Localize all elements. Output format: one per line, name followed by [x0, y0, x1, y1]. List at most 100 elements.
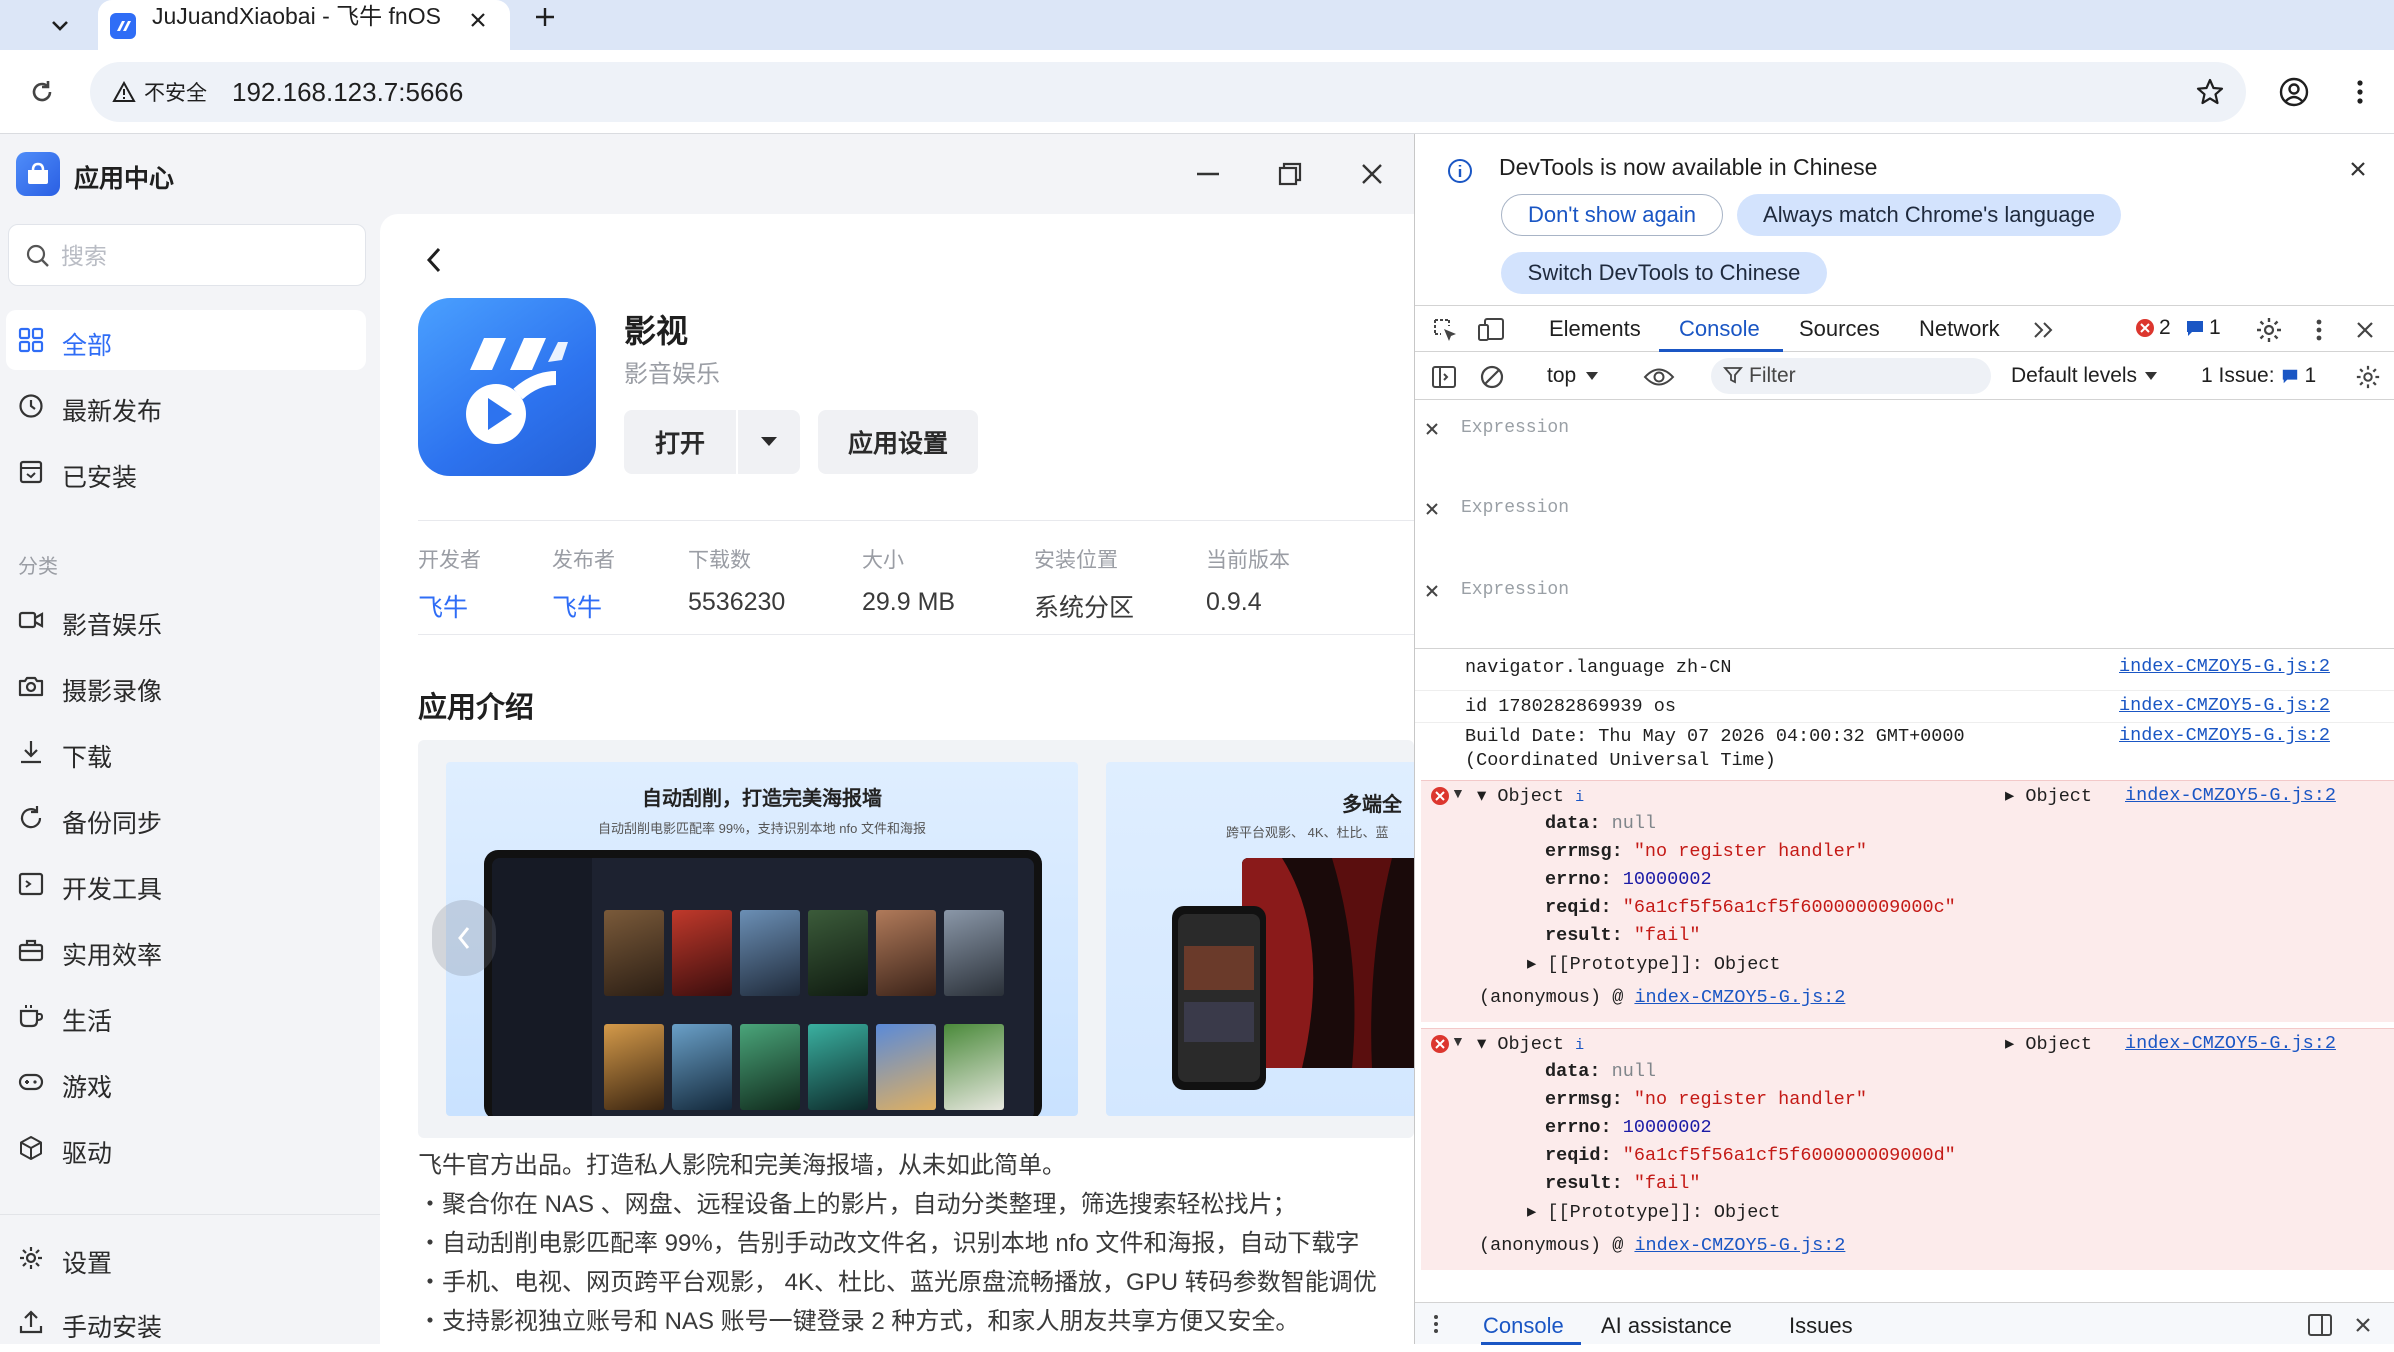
remove-expression-icon[interactable] — [1421, 418, 1443, 440]
publisher-link[interactable]: 飞牛 — [552, 588, 615, 624]
restore-window-icon[interactable] — [1272, 156, 1308, 192]
open-button[interactable]: 打开 — [624, 410, 736, 474]
issues-button[interactable]: 1 Issue: 1 — [2201, 364, 2316, 388]
sidebar-item-download[interactable]: 下载 — [6, 722, 366, 782]
log-source-link[interactable]: index-CMZOY5-G.js:2 — [2119, 725, 2330, 746]
sidebar-item-backup-sync[interactable]: 备份同步 — [6, 788, 366, 848]
drawer-menu-kebab-icon[interactable] — [1425, 1311, 1447, 1337]
screenshot-multi-device[interactable]: 多端全 跨平台观影、 4K、杜比、蓝 — [1106, 762, 1414, 1116]
app-center-logo-icon — [16, 152, 60, 196]
sidebar-item-games[interactable]: 游戏 — [6, 1052, 366, 1112]
back-arrow-icon[interactable] — [416, 242, 452, 278]
profile-avatar-icon[interactable] — [2274, 72, 2314, 112]
remove-expression-icon[interactable] — [1421, 580, 1443, 602]
chrome-menu-kebab-icon[interactable] — [2340, 72, 2380, 112]
console-filter[interactable] — [1711, 358, 1991, 394]
message-counter[interactable]: 1 — [2185, 316, 2221, 340]
prototype-toggle[interactable]: ▸ [[Prototype]]: Object — [1527, 1201, 1781, 1223]
app-description: 飞牛官方出品。打造私人影院和完美海报墙，从未如此简单。 ・聚合你在 NAS 、网… — [418, 1146, 1414, 1341]
sidebar-item-productivity[interactable]: 实用效率 — [6, 920, 366, 980]
drawer-tab-ai-assistance[interactable]: AI assistance — [1601, 1313, 1732, 1339]
object-toggle[interactable]: ▾ Object i — [1477, 785, 1584, 807]
search-box[interactable] — [8, 224, 366, 286]
live-expression[interactable]: Expression — [1415, 414, 2394, 446]
devtools-menu-kebab-icon[interactable] — [2303, 314, 2335, 346]
execution-context-select[interactable]: top — [1547, 364, 1599, 388]
expand-triangle-icon[interactable]: ▼ — [1451, 785, 1465, 801]
object-toggle[interactable]: ▾ Object i — [1477, 1033, 1584, 1055]
drawer-tab-console[interactable]: Console — [1483, 1313, 1564, 1339]
sidebar-item-latest[interactable]: 最新发布 — [6, 376, 366, 436]
address-bar[interactable]: 不安全 192.168.123.7:5666 — [90, 62, 2246, 122]
dock-side-icon[interactable] — [2305, 1311, 2335, 1339]
sidebar-item-drivers[interactable]: 驱动 — [6, 1118, 366, 1178]
log-source-link[interactable]: index-CMZOY5-G.js:2 — [2125, 785, 2336, 806]
devtools-settings-gear-icon[interactable] — [2253, 314, 2285, 346]
prototype-toggle[interactable]: ▸ [[Prototype]]: Object — [1527, 953, 1781, 975]
open-options-chevron-icon[interactable] — [738, 410, 800, 474]
more-tabs-chevron-icon[interactable] — [2029, 316, 2059, 344]
banner-close-icon[interactable] — [2343, 154, 2373, 184]
object-preview[interactable]: ▸ Object — [2005, 785, 2092, 807]
sidebar-item-all[interactable]: 全部 — [6, 310, 366, 370]
app-category: 影音娱乐 — [624, 361, 720, 388]
live-expression[interactable]: Expression — [1415, 576, 2394, 608]
log-source-link[interactable]: index-CMZOY5-G.js:2 — [2119, 656, 2330, 677]
bookmark-star-icon[interactable] — [2194, 76, 2226, 108]
window-close-icon[interactable] — [1354, 156, 1390, 192]
clear-console-icon[interactable] — [1477, 362, 1507, 392]
drawer-tab-issues[interactable]: Issues — [1789, 1313, 1853, 1339]
always-match-language-button[interactable]: Always match Chrome's language — [1737, 194, 2121, 236]
trace-source-link[interactable]: index-CMZOY5-G.js:2 — [1634, 987, 1845, 1008]
security-chip[interactable]: 不安全 — [100, 70, 223, 114]
sidebar-item-photography[interactable]: 摄影录像 — [6, 656, 366, 716]
poster-image — [944, 1024, 1004, 1110]
sidebar-item-manual-install[interactable]: 手动安装 — [6, 1292, 366, 1352]
switch-to-chinese-button[interactable]: Switch DevTools to Chinese — [1501, 252, 1827, 294]
sidebar-item-video[interactable]: 影音娱乐 — [6, 590, 366, 650]
browser-tab[interactable]: JuJuandXiaobai - 飞牛 fnOS — [98, 0, 510, 50]
app-sidebar: 全部 最新发布 已安装 分类 影音娱乐 摄影录像 — [0, 214, 380, 1344]
search-input[interactable] — [61, 237, 351, 275]
screenshot-poster-wall[interactable]: 自动刮削，打造完美海报墙 自动刮削电影匹配率 99%，支持识别本地 nfo 文件… — [446, 762, 1078, 1116]
console-settings-gear-icon[interactable] — [2353, 362, 2383, 392]
inspect-element-icon[interactable] — [1429, 314, 1461, 346]
device-toolbar-icon[interactable] — [1475, 314, 1507, 346]
sidebar-item-installed[interactable]: 已安装 — [6, 442, 366, 502]
devtools-close-icon[interactable] — [2349, 314, 2381, 346]
category-heading: 分类 — [18, 556, 58, 578]
minimize-icon[interactable] — [1190, 156, 1226, 192]
reload-icon[interactable] — [22, 72, 62, 112]
developer-link[interactable]: 飞牛 — [418, 588, 481, 624]
sidebar-item-settings[interactable]: 设置 — [6, 1228, 366, 1288]
error-counter[interactable]: 2 — [2135, 316, 2171, 340]
tab-console[interactable]: Console — [1679, 316, 1760, 342]
tab-elements[interactable]: Elements — [1549, 316, 1641, 342]
sidebar-item-life[interactable]: 生活 — [6, 986, 366, 1046]
tab-close-icon[interactable] — [464, 6, 492, 34]
drawer-close-icon[interactable] — [2349, 1311, 2377, 1339]
log-source-link[interactable]: index-CMZOY5-G.js:2 — [2119, 695, 2330, 716]
expand-triangle-icon[interactable]: ▼ — [1451, 1033, 1465, 1049]
log-source-link[interactable]: index-CMZOY5-G.js:2 — [2125, 1033, 2336, 1054]
gallery-prev-chevron-icon[interactable] — [432, 900, 496, 976]
tab-search-chevron-icon[interactable] — [40, 8, 80, 42]
dont-show-again-button[interactable]: Don't show again — [1501, 194, 1723, 236]
trace-source-link[interactable]: index-CMZOY5-G.js:2 — [1634, 1235, 1845, 1256]
filter-input[interactable] — [1749, 362, 1979, 390]
tab-network[interactable]: Network — [1919, 316, 2000, 342]
warning-triangle-icon — [112, 81, 136, 103]
live-expression[interactable]: Expression — [1415, 494, 2394, 526]
console-sidebar-toggle-icon[interactable] — [1429, 362, 1459, 392]
remove-expression-icon[interactable] — [1421, 498, 1443, 520]
sidebar-item-dev-tools[interactable]: 开发工具 — [6, 854, 366, 914]
devtools-drawer-bar: Console AI assistance Issues — [1415, 1302, 2394, 1345]
url-text[interactable]: 192.168.123.7:5666 — [232, 77, 463, 108]
object-preview[interactable]: ▸ Object — [2005, 1033, 2092, 1055]
new-tab-plus-icon[interactable] — [525, 0, 565, 34]
log-levels-select[interactable]: Default levels — [2011, 364, 2158, 388]
live-expression-eye-icon[interactable] — [1641, 362, 1677, 392]
tab-sources[interactable]: Sources — [1799, 316, 1880, 342]
description-line: ・支持影视独立账号和 NAS 账号一键登录 2 种方式，和家人朋友共享方便又安全… — [418, 1308, 1300, 1335]
app-settings-button[interactable]: 应用设置 — [818, 410, 978, 474]
